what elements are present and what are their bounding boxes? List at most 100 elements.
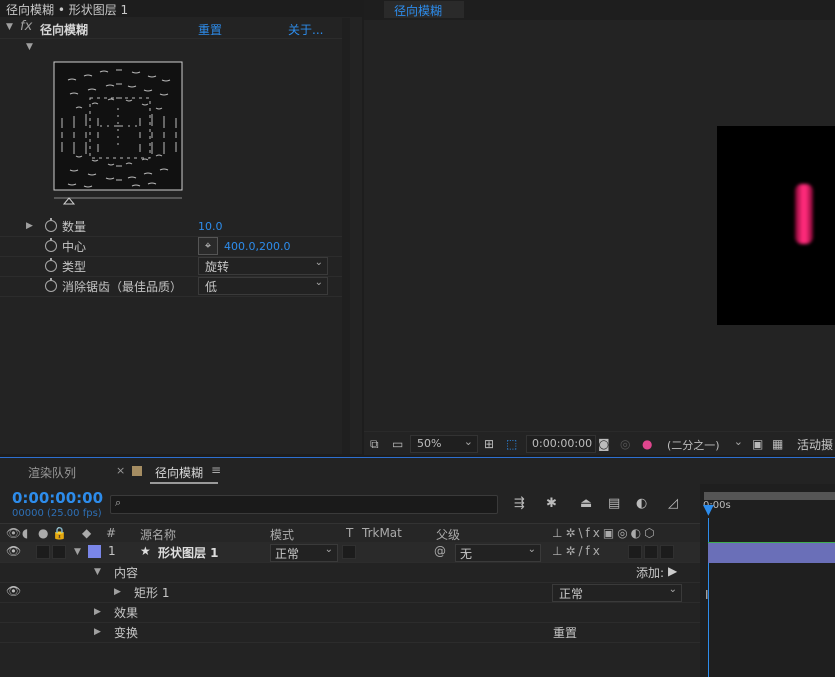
resolution-dropdown[interactable]: (二分之一) ⌄ xyxy=(664,435,746,453)
layer-row[interactable]: 👁 ▼ 1 ★ 形状图层 1 正常 ⌄ @ 无 ⌄ ⊥✲/fx xyxy=(0,542,700,563)
solo-icon[interactable]: ● xyxy=(38,526,48,540)
shape-layer-star-icon: ★ xyxy=(140,544,151,558)
solo-toggle[interactable] xyxy=(36,545,50,559)
effect-reset-link[interactable]: 重置 xyxy=(198,21,222,38)
stopwatch-icon[interactable] xyxy=(45,258,57,272)
layer-number: 1 xyxy=(108,544,116,558)
collapse-triangle-icon[interactable]: ▼ xyxy=(6,22,13,32)
effect-about-link[interactable]: 关于... xyxy=(288,21,323,38)
work-area-bar[interactable] xyxy=(704,492,835,500)
eye-icon[interactable]: 👁 xyxy=(6,526,21,540)
preserve-transparency-toggle[interactable] xyxy=(342,545,356,559)
lock-toggle[interactable] xyxy=(52,545,66,559)
layer-duration-bar[interactable] xyxy=(708,542,835,563)
rectangle-triangle-icon[interactable]: ▶ xyxy=(114,587,121,597)
property-row-type[interactable]: 类型 旋转 ⌄ xyxy=(0,256,342,277)
transform-triangle-icon[interactable]: ▶ xyxy=(94,627,101,637)
radial-blur-preview xyxy=(53,61,183,205)
active-tab-indicator xyxy=(150,482,218,484)
draft-3d-icon[interactable]: ✱ xyxy=(546,496,557,511)
property-label: 类型 xyxy=(62,260,87,274)
property-row-amount[interactable]: ▶ 数量 10.0 xyxy=(0,216,342,237)
audio-icon[interactable]: ◖ xyxy=(22,526,28,540)
motion-blur-toggle[interactable] xyxy=(628,545,642,559)
add-play-icon[interactable]: ▶ xyxy=(668,564,677,578)
layer-label-color[interactable] xyxy=(88,545,101,558)
show-snapshot-icon[interactable]: ◎ xyxy=(620,437,630,451)
camera-dropdown[interactable]: 活动摄 xyxy=(797,436,833,453)
layer-mode-dropdown[interactable]: 正常 ⌄ xyxy=(270,544,338,562)
transform-row[interactable]: ▶ 变换 重置 xyxy=(0,622,700,643)
property-row-center[interactable]: 中心 ⌖ 400.0,200.0 xyxy=(0,236,342,257)
monitor-icon[interactable]: ▭ xyxy=(392,437,403,451)
grid-icon[interactable]: ⊞ xyxy=(484,437,494,451)
transform-label: 变换 xyxy=(114,626,139,640)
shy-layers-icon[interactable]: ⏏ xyxy=(580,496,592,511)
rectangle-mode-dropdown[interactable]: 正常 ⌄ xyxy=(552,584,682,602)
adjustment-toggle[interactable] xyxy=(644,545,658,559)
visibility-eye-icon[interactable]: 👁 xyxy=(6,544,21,558)
region-of-interest-icon[interactable]: ▣ xyxy=(752,437,763,451)
type-dropdown[interactable]: 旋转 ⌄ xyxy=(198,257,328,275)
transform-reset-link[interactable]: 重置 xyxy=(553,624,577,641)
contents-triangle-icon[interactable]: ▼ xyxy=(94,567,101,577)
effect-controls-title: 径向模糊 • 形状图层 1 xyxy=(6,3,129,17)
visibility-eye-icon[interactable]: 👁 xyxy=(6,584,21,598)
frame-blending-icon[interactable]: ▤ xyxy=(608,496,620,511)
playhead-icon[interactable]: ▼ xyxy=(703,502,714,518)
pick-whip-icon[interactable]: @ xyxy=(434,544,446,558)
scrollbar[interactable] xyxy=(342,18,350,454)
tab-render-queue[interactable]: 渲染队列 xyxy=(28,464,76,481)
camera-snapshot-icon[interactable]: ◙ xyxy=(598,437,610,451)
column-t: T xyxy=(346,526,354,540)
composition-canvas[interactable] xyxy=(717,126,835,325)
layer-collapse-triangle-icon[interactable]: ▼ xyxy=(74,547,81,557)
preview-collapse-triangle-icon[interactable]: ▼ xyxy=(26,42,33,52)
layer-switches-icons[interactable]: ⊥✲/fx xyxy=(552,544,603,558)
tab-composition[interactable]: 径向模糊 xyxy=(155,464,203,481)
column-source-name[interactable]: 源名称 xyxy=(140,526,176,543)
layer-name[interactable]: 形状图层 1 xyxy=(158,544,219,561)
stopwatch-icon[interactable] xyxy=(45,218,57,232)
zoom-dropdown[interactable]: 50% ⌄ xyxy=(410,435,478,453)
effects-row[interactable]: ▶ 效果 xyxy=(0,602,700,623)
stopwatch-icon[interactable] xyxy=(45,238,57,252)
rectangle-label: 矩形 1 xyxy=(134,586,170,600)
mask-visibility-icon[interactable]: ⬚ xyxy=(506,437,517,451)
transparency-grid-icon[interactable]: ▦ xyxy=(772,437,783,451)
motion-blur-icon[interactable]: ◐ xyxy=(636,496,647,511)
effect-header-row[interactable]: ▼ fx 径向模糊 重置 关于... xyxy=(0,18,342,39)
property-row-antialiasing[interactable]: 消除锯齿（最佳品质） 低 ⌄ xyxy=(0,276,342,297)
effect-controls-tab[interactable]: 径向模糊 • 形状图层 1 xyxy=(0,0,362,17)
current-time-field[interactable]: 0:00:00:00 xyxy=(526,435,596,453)
rectangle-row[interactable]: 👁 ▶ 矩形 1 正常 ⌄ xyxy=(0,582,700,603)
always-preview-icon[interactable]: ⧉ xyxy=(370,437,379,452)
antialiasing-dropdown[interactable]: 低 ⌄ xyxy=(198,277,328,295)
amount-value[interactable]: 10.0 xyxy=(198,220,223,233)
expand-triangle-icon[interactable]: ▶ xyxy=(26,221,33,231)
lock-icon[interactable]: 🔒 xyxy=(52,526,67,540)
graph-editor-icon[interactable]: ◿ xyxy=(668,496,678,511)
crosshair-icon[interactable]: ⌖ xyxy=(198,237,218,255)
parent-dropdown[interactable]: 无 ⌄ xyxy=(455,544,541,562)
composition-tab[interactable]: 径向模糊 xyxy=(384,1,464,18)
chevron-down-icon: ⌄ xyxy=(463,435,473,448)
3d-layer-toggle[interactable] xyxy=(660,545,674,559)
center-marker-icon[interactable] xyxy=(62,197,76,205)
stopwatch-icon[interactable] xyxy=(45,278,57,292)
label-icon[interactable]: ◆ xyxy=(82,526,91,540)
fx-icon[interactable]: fx xyxy=(20,19,32,34)
layer-search-input[interactable]: ⌕ xyxy=(110,495,498,514)
time-ruler[interactable]: 0:00s ▼ I xyxy=(700,484,835,677)
effect-controls-panel: 径向模糊 • 形状图层 1 ▼ fx 径向模糊 重置 关于... ▼ ▶ 数量 … xyxy=(0,0,362,454)
current-time-display[interactable]: 0:00:00:00 xyxy=(12,489,103,507)
contents-row[interactable]: ▼ 内容 添加: ▶ xyxy=(0,562,700,583)
chevron-down-icon: ⌄ xyxy=(733,435,743,448)
switches-icons: ⊥✲\fx▣◎◐⬡ xyxy=(552,526,658,540)
effects-triangle-icon[interactable]: ▶ xyxy=(94,607,101,617)
center-value[interactable]: 400.0,200.0 xyxy=(224,240,290,253)
panel-menu-icon[interactable]: ≡ xyxy=(211,463,221,477)
close-icon[interactable]: × xyxy=(116,464,125,477)
comp-flowchart-icon[interactable]: ⇶ xyxy=(514,496,525,511)
color-channels-icon[interactable]: ● xyxy=(642,437,652,451)
